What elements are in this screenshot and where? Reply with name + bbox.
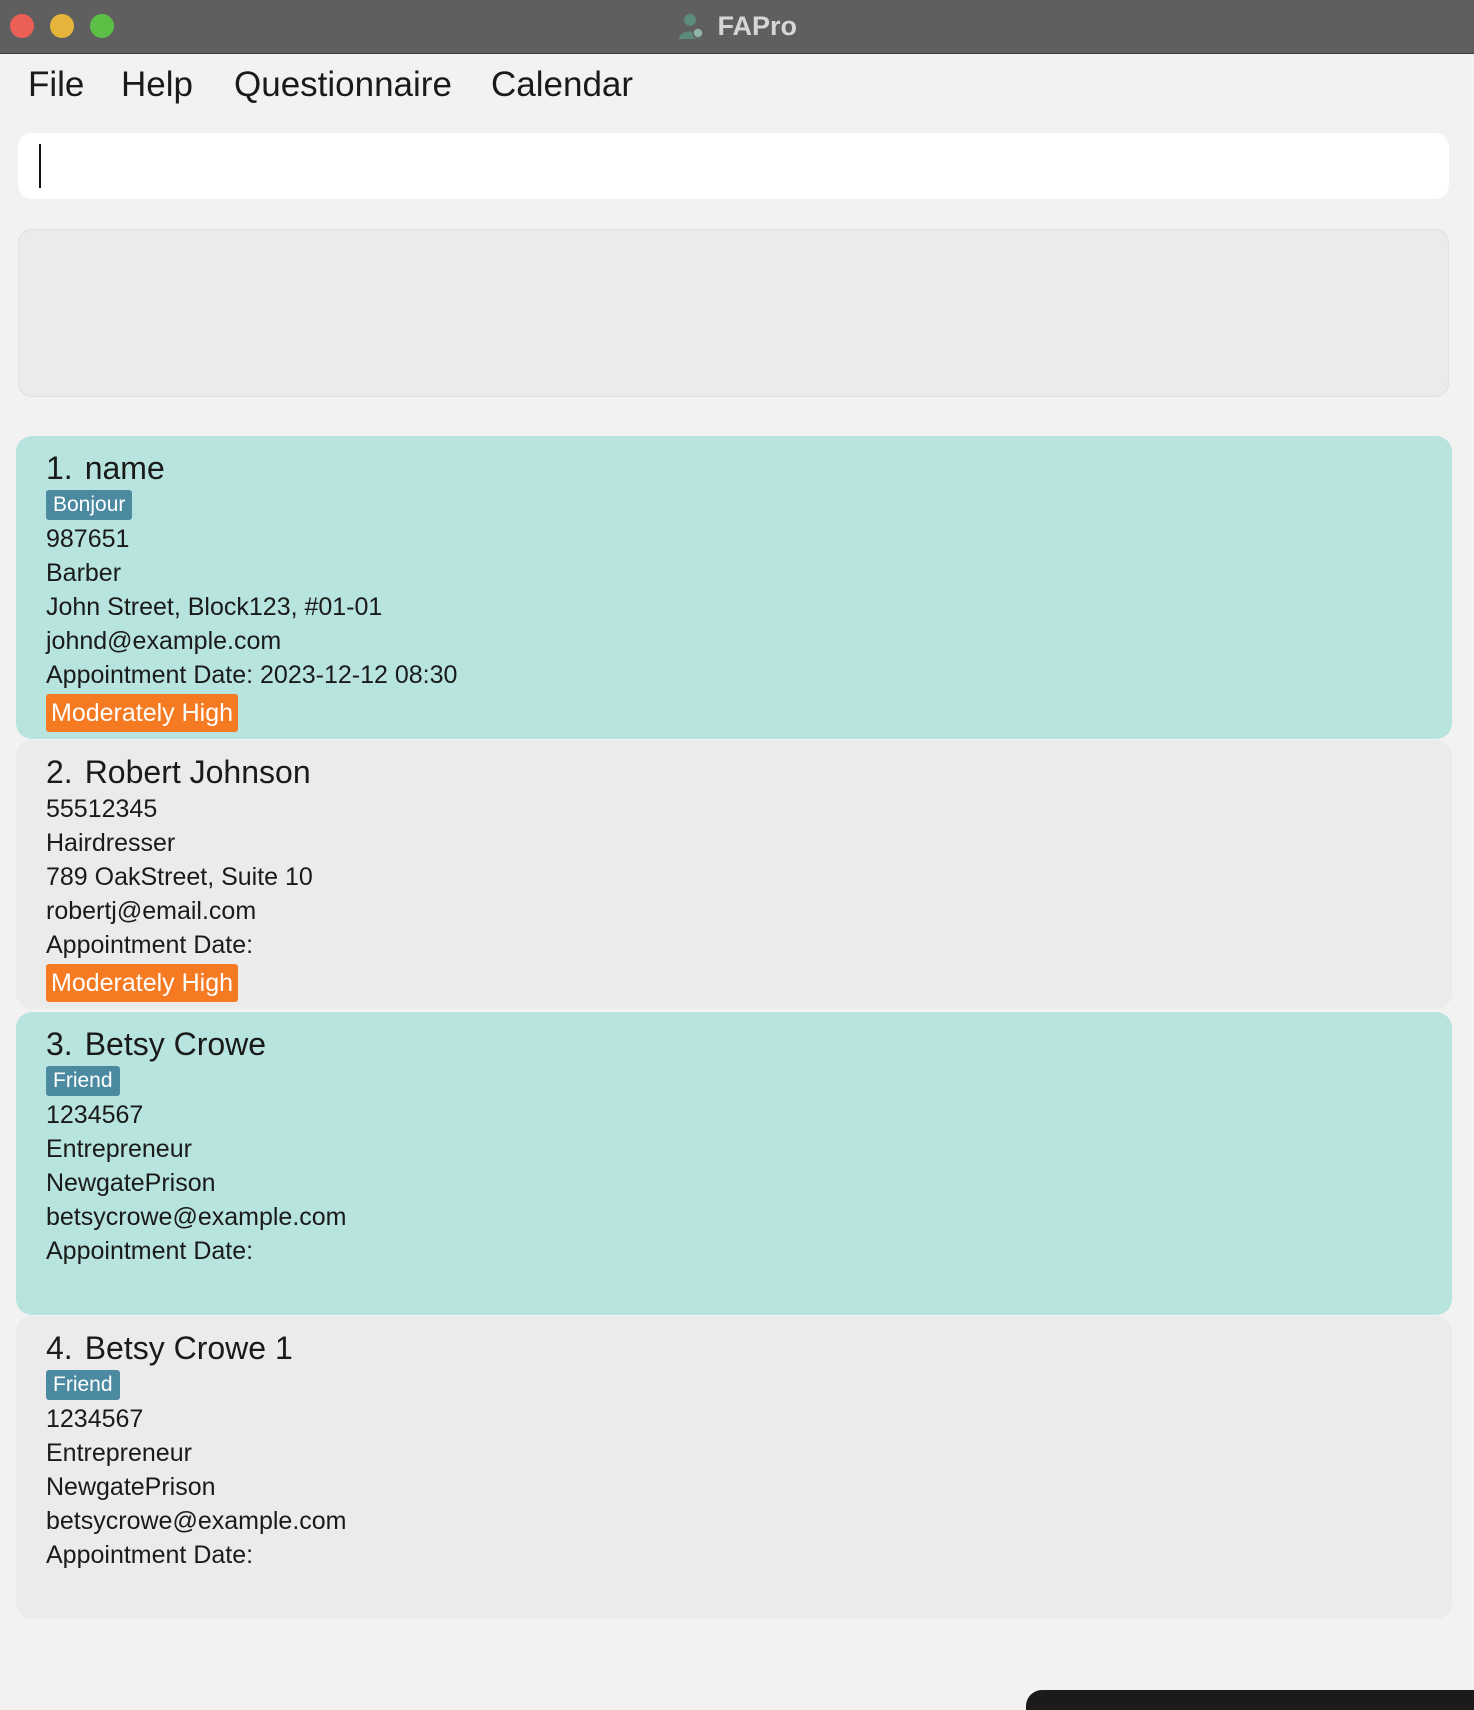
menu-questionnaire[interactable]: Questionnaire: [234, 65, 452, 105]
client-tag: Friend: [46, 1066, 120, 1096]
client-name-text: Robert Johnson: [84, 754, 311, 790]
client-appointment: Appointment Date:: [46, 1237, 254, 1265]
client-phone: 987651: [46, 525, 130, 553]
client-occupation: Entrepreneur: [46, 1439, 192, 1467]
result-display: [18, 229, 1449, 397]
client-card[interactable]: 1. name Bonjour 987651 Barber John Street…: [16, 436, 1452, 739]
window-edge-overlay: [1026, 1690, 1474, 1710]
client-name: 2. Robert Johnson: [46, 752, 1422, 792]
client-index: 2.: [46, 754, 73, 790]
client-address: NewgatePrison: [46, 1473, 216, 1501]
window-title-wrap: FAPro: [0, 8, 1474, 44]
client-address: John Street, Block123, #01-01: [46, 593, 383, 621]
command-input[interactable]: [18, 133, 1449, 199]
client-email: johnd@example.com: [46, 627, 282, 655]
risk-level-badge: Moderately High: [46, 694, 239, 732]
client-name: 1. name: [46, 448, 1422, 488]
menu-help[interactable]: Help: [121, 65, 193, 105]
menu-bar: File Help Questionnaire Calendar: [0, 55, 1474, 121]
menu-calendar[interactable]: Calendar: [491, 65, 633, 105]
client-phone: 55512345: [46, 795, 158, 823]
person-icon: [677, 12, 705, 40]
client-tag: Bonjour: [46, 490, 133, 520]
client-phone: 1234567: [46, 1405, 144, 1433]
text-caret: [39, 144, 41, 188]
client-name: 3. Betsy Crowe: [46, 1024, 1422, 1064]
client-index: 4.: [46, 1330, 73, 1366]
client-phone: 1234567: [46, 1101, 144, 1129]
client-card[interactable]: 4. Betsy Crowe 1 Friend 1234567 Entrepren…: [16, 1316, 1452, 1619]
client-occupation: Hairdresser: [46, 829, 176, 857]
window-title: FAPro: [717, 11, 797, 41]
client-index: 1.: [46, 450, 73, 486]
menu-file[interactable]: File: [28, 65, 84, 105]
client-name-text: name: [84, 450, 165, 486]
client-card[interactable]: 2. Robert Johnson 55512345 Hairdresser 78…: [16, 740, 1452, 1009]
client-name-text: Betsy Crowe: [84, 1026, 267, 1062]
client-email: robertj@email.com: [46, 897, 257, 925]
client-name-text: Betsy Crowe 1: [84, 1330, 293, 1366]
client-email: betsycrowe@example.com: [46, 1507, 347, 1535]
client-address: 789 OakStreet, Suite 10: [46, 863, 313, 891]
client-appointment: Appointment Date:: [46, 931, 254, 959]
risk-level-badge: Moderately High: [46, 964, 239, 1002]
client-card[interactable]: 3. Betsy Crowe Friend 1234567 Entrepreneu…: [16, 1012, 1452, 1315]
client-appointment: Appointment Date: 2023-12-12 08:30: [46, 661, 458, 689]
client-address: NewgatePrison: [46, 1169, 216, 1197]
client-occupation: Barber: [46, 559, 122, 587]
client-tag: Friend: [46, 1370, 120, 1400]
client-name: 4. Betsy Crowe 1: [46, 1328, 1422, 1368]
window-titlebar: FAPro: [0, 0, 1474, 54]
client-email: betsycrowe@example.com: [46, 1203, 347, 1231]
client-occupation: Entrepreneur: [46, 1135, 192, 1163]
client-appointment: Appointment Date:: [46, 1541, 254, 1569]
client-index: 3.: [46, 1026, 73, 1062]
